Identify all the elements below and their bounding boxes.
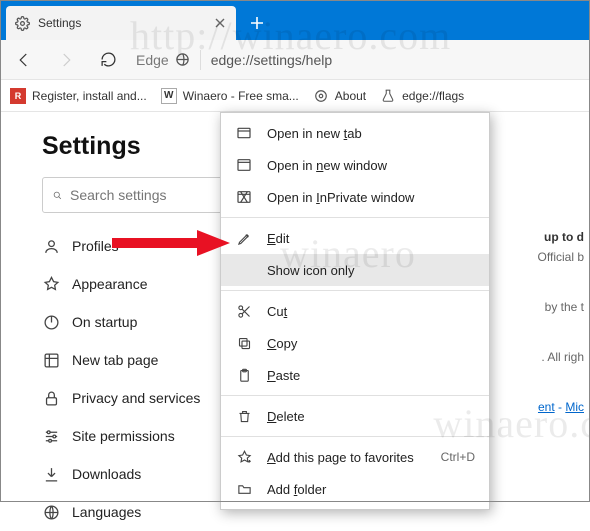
- ctx-label: Edit: [267, 231, 475, 246]
- gear-icon: [14, 15, 30, 31]
- ctx-label: Add folder: [267, 482, 475, 497]
- blank-icon: [235, 261, 253, 279]
- separator: [221, 436, 489, 437]
- ctx-open-new-tab[interactable]: Open in new tab: [221, 117, 489, 149]
- ctx-paste[interactable]: Paste: [221, 359, 489, 391]
- lock-icon: [42, 389, 60, 407]
- paint-icon: [42, 275, 60, 293]
- window-icon: [235, 156, 253, 174]
- link-fragment[interactable]: ent - Mic: [538, 400, 584, 414]
- new-tab-icon: [235, 124, 253, 142]
- clipboard-icon: [235, 366, 253, 384]
- grid-icon: [42, 351, 60, 369]
- address-prefix: Edge: [136, 52, 190, 68]
- star-icon: [235, 448, 253, 466]
- bookmark-item[interactable]: About: [313, 88, 366, 104]
- reload-button[interactable]: [94, 46, 122, 74]
- close-tab-icon[interactable]: [212, 15, 228, 31]
- text-fragment: . All righ: [541, 350, 584, 364]
- ctx-label: Paste: [267, 368, 475, 383]
- ctx-show-icon-only[interactable]: Show icon only: [221, 254, 489, 286]
- address-bar[interactable]: Edge: [136, 50, 580, 70]
- browser-tab[interactable]: Settings: [6, 6, 236, 40]
- bookmark-item[interactable]: W Winaero - Free sma...: [161, 88, 299, 104]
- nav-label: Appearance: [72, 276, 148, 292]
- nav-label: Site permissions: [72, 428, 175, 444]
- title-bar: Settings: [0, 0, 590, 40]
- nav-label: Privacy and services: [72, 390, 200, 406]
- pencil-icon: [235, 229, 253, 247]
- ctx-copy[interactable]: Copy: [221, 327, 489, 359]
- ctx-label: Add this page to favorites: [267, 450, 427, 465]
- ctx-open-new-window[interactable]: Open in new window: [221, 149, 489, 181]
- separator: [200, 50, 201, 70]
- nav-label: Profiles: [72, 238, 119, 254]
- flask-icon: [380, 88, 396, 104]
- forward-button[interactable]: [52, 46, 80, 74]
- tab-title: Settings: [38, 16, 204, 30]
- context-menu: Open in new tab Open in new window Open …: [220, 112, 490, 510]
- ctx-add-folder[interactable]: Add folder: [221, 473, 489, 505]
- nav-label: New tab page: [72, 352, 158, 368]
- bookmark-label: About: [335, 89, 366, 103]
- favicon-icon: W: [161, 88, 177, 104]
- globe-icon: [42, 503, 60, 521]
- url-input[interactable]: [211, 52, 580, 68]
- bookmark-label: Winaero - Free sma...: [183, 89, 299, 103]
- download-icon: [42, 465, 60, 483]
- scissors-icon: [235, 302, 253, 320]
- sliders-icon: [42, 427, 60, 445]
- ctx-edit[interactable]: Edit: [221, 222, 489, 254]
- ctx-shortcut: Ctrl+D: [441, 450, 475, 464]
- ctx-label: Copy: [267, 336, 475, 351]
- new-tab-button[interactable]: [240, 6, 274, 40]
- toolbar: Edge: [0, 40, 590, 80]
- separator: [221, 290, 489, 291]
- separator: [221, 217, 489, 218]
- folder-icon: [235, 480, 253, 498]
- nav-label: Languages: [72, 504, 141, 520]
- ctx-label: Delete: [267, 409, 475, 424]
- bookmark-label: Register, install and...: [32, 89, 147, 103]
- bookmark-item[interactable]: edge://flags: [380, 88, 464, 104]
- nav-label: On startup: [72, 314, 137, 330]
- favicon-icon: R: [10, 88, 26, 104]
- ctx-label: Open in new tab: [267, 126, 475, 141]
- address-prefix-text: Edge: [136, 52, 169, 68]
- ctx-label: Show icon only: [267, 263, 475, 278]
- bookmark-label: edge://flags: [402, 89, 464, 103]
- text-fragment: up to d: [544, 230, 584, 244]
- ctx-delete[interactable]: Delete: [221, 400, 489, 432]
- separator: [221, 395, 489, 396]
- gear-icon: [313, 88, 329, 104]
- copy-icon: [235, 334, 253, 352]
- ctx-label: Cut: [267, 304, 475, 319]
- bookmark-item[interactable]: R Register, install and...: [10, 88, 147, 104]
- ctx-label: Open in InPrivate window: [267, 190, 475, 205]
- edge-icon: [175, 52, 190, 67]
- text-fragment: by the t: [545, 300, 584, 314]
- ctx-open-inprivate[interactable]: Open in InPrivate window: [221, 181, 489, 213]
- ctx-add-to-favorites[interactable]: Add this page to favorites Ctrl+D: [221, 441, 489, 473]
- search-icon: [53, 188, 62, 203]
- trash-icon: [235, 407, 253, 425]
- nav-label: Downloads: [72, 466, 141, 482]
- bookmarks-bar: R Register, install and... W Winaero - F…: [0, 80, 590, 112]
- ctx-label: Open in new window: [267, 158, 475, 173]
- ctx-cut[interactable]: Cut: [221, 295, 489, 327]
- text-fragment: Official b: [538, 250, 584, 264]
- inprivate-icon: [235, 188, 253, 206]
- power-icon: [42, 313, 60, 331]
- back-button[interactable]: [10, 46, 38, 74]
- person-icon: [42, 237, 60, 255]
